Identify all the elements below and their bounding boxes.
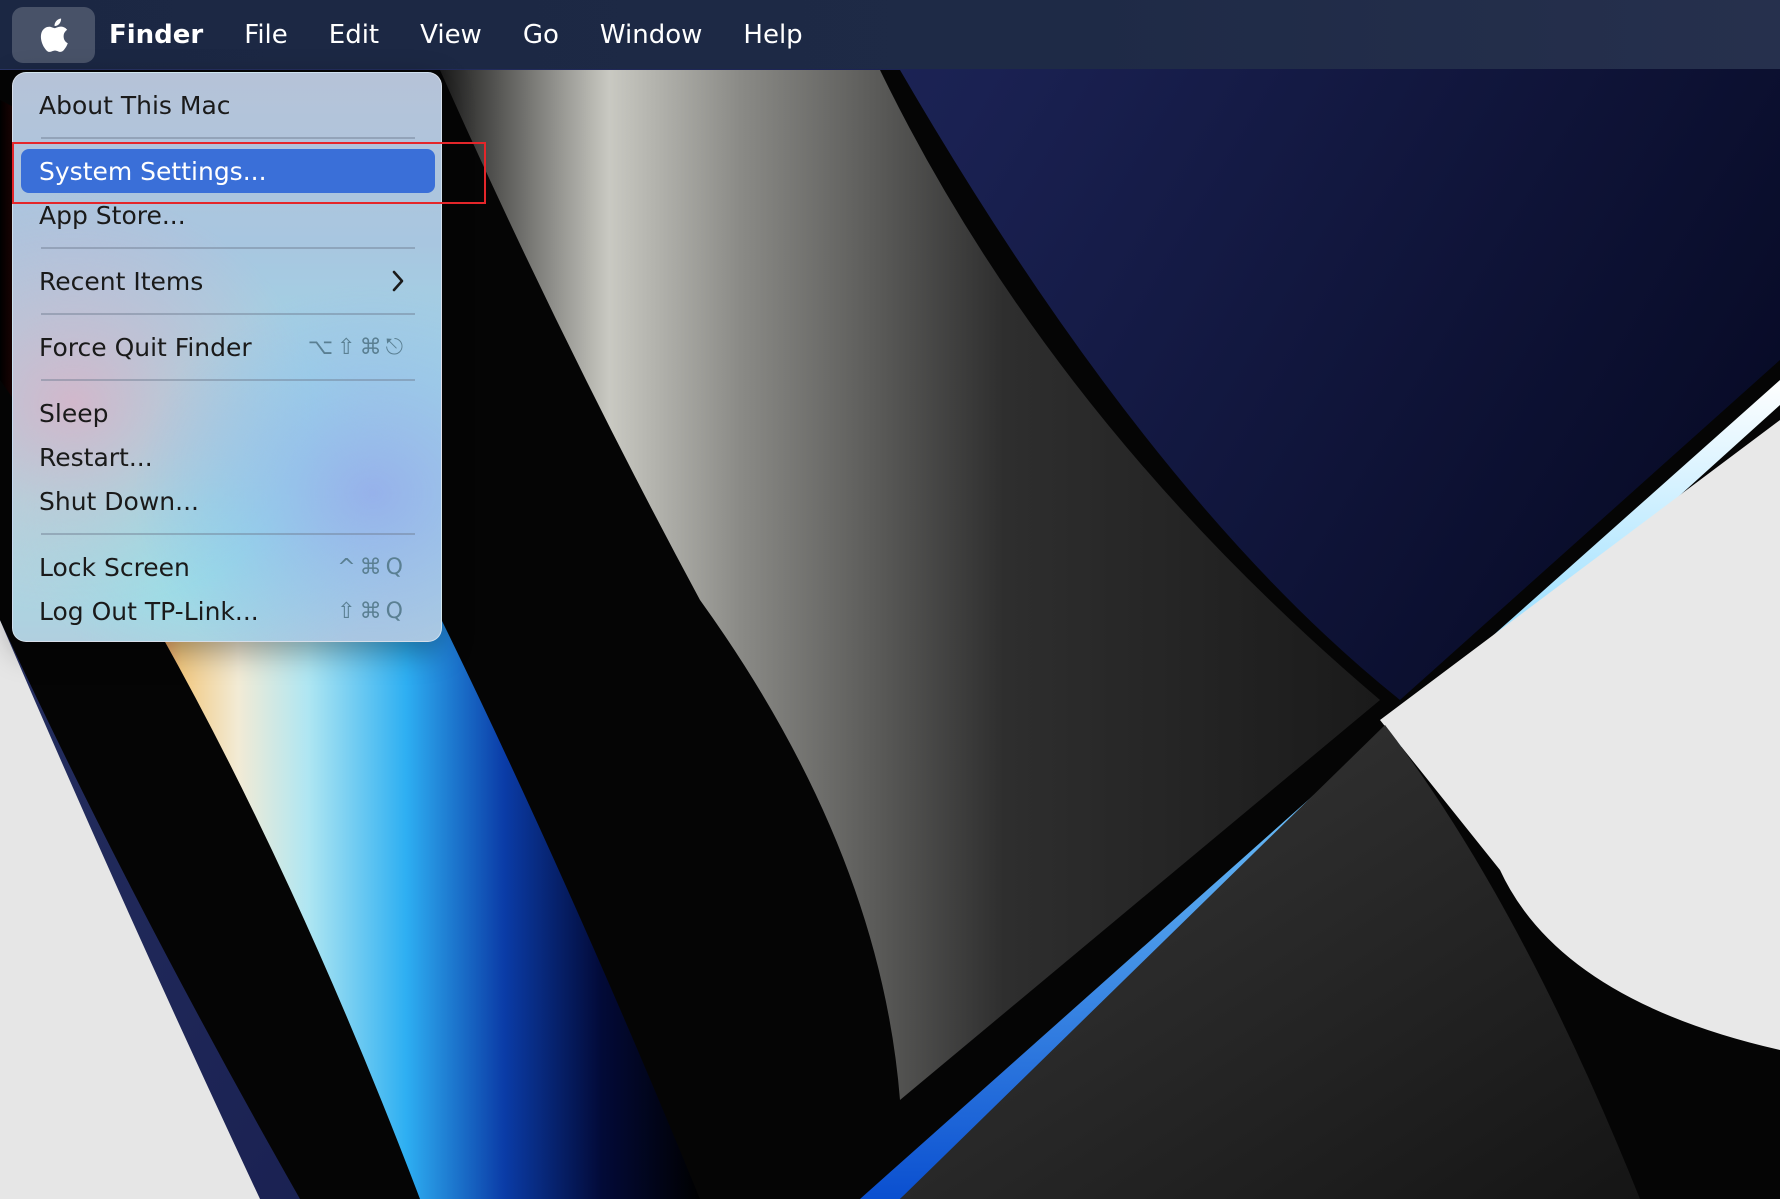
chevron-right-icon: [391, 261, 405, 301]
menu-help[interactable]: Help: [743, 20, 802, 50]
menu-item-restart[interactable]: Restart...: [21, 437, 435, 477]
menu-item-label: App Store...: [39, 200, 186, 230]
keyboard-shortcut: ⇧⌘Q: [337, 598, 407, 624]
apple-logo-icon: [40, 18, 68, 52]
menu-separator: [41, 533, 415, 535]
menu-finder[interactable]: Finder: [109, 20, 203, 50]
menu-item-log-out[interactable]: Log Out TP-Link... ⇧⌘Q: [21, 591, 435, 631]
keyboard-shortcut: ⌥⇧⌘⎋: [307, 334, 407, 360]
menu-item-label: About This Mac: [39, 90, 231, 120]
menu-bar: Finder File Edit View Go Window Help: [0, 0, 1780, 69]
menu-separator: [41, 247, 415, 249]
menu-item-force-quit-finder[interactable]: Force Quit Finder ⌥⇧⌘⎋: [21, 327, 435, 367]
menu-go[interactable]: Go: [523, 20, 559, 50]
menu-item-label: Restart...: [39, 442, 153, 472]
menu-item-label: Log Out TP-Link...: [39, 596, 259, 626]
menu-file[interactable]: File: [244, 20, 288, 50]
menu-item-about-this-mac[interactable]: About This Mac: [21, 85, 435, 125]
menu-edit[interactable]: Edit: [329, 20, 379, 50]
menu-separator: [41, 137, 415, 139]
menu-item-label: Lock Screen: [39, 552, 190, 582]
highlight-annotation-box: [12, 142, 486, 204]
menu-item-sleep[interactable]: Sleep: [21, 393, 435, 433]
apple-menu-button[interactable]: [12, 6, 95, 63]
menu-window[interactable]: Window: [600, 20, 703, 50]
menu-item-label: Sleep: [39, 398, 109, 428]
menu-item-lock-screen[interactable]: Lock Screen ^⌘Q: [21, 547, 435, 587]
menu-separator: [41, 313, 415, 315]
menu-item-label: Shut Down...: [39, 486, 199, 516]
keyboard-shortcut: ^⌘Q: [337, 554, 407, 580]
menu-item-label: Force Quit Finder: [39, 332, 252, 362]
menu-separator: [41, 379, 415, 381]
menu-view[interactable]: View: [420, 20, 482, 50]
menu-item-recent-items[interactable]: Recent Items: [21, 261, 435, 301]
menu-item-label: Recent Items: [39, 266, 204, 296]
menu-item-shut-down[interactable]: Shut Down...: [21, 481, 435, 521]
